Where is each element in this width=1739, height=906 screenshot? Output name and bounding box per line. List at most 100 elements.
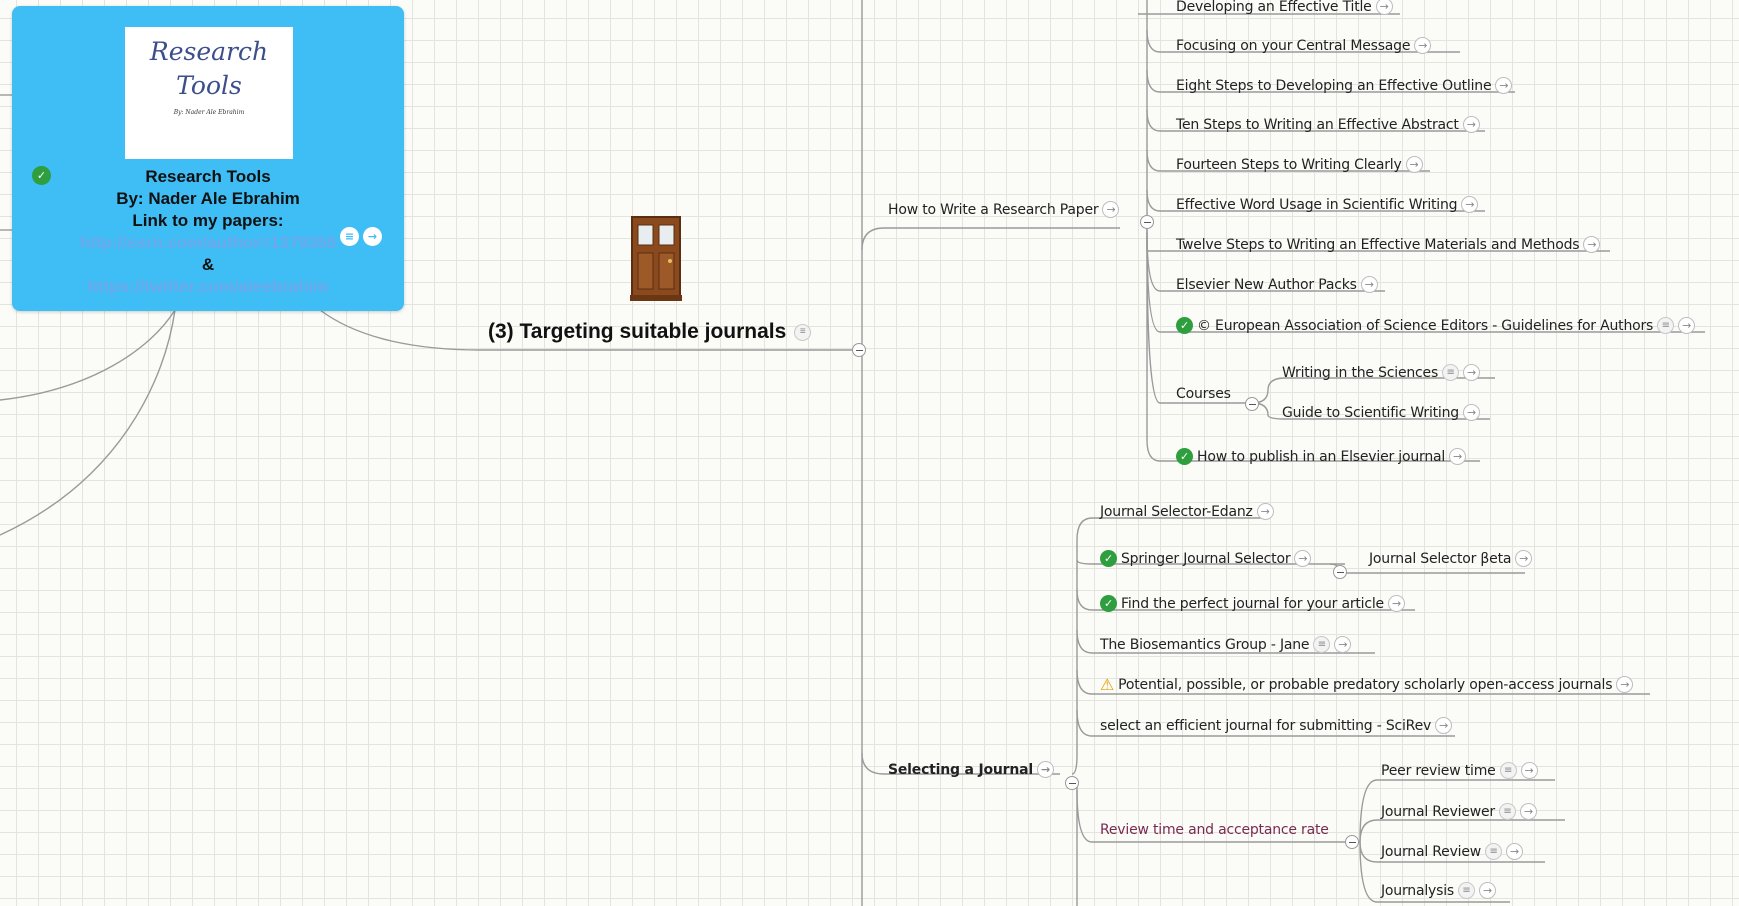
- arrow-right-icon[interactable]: →: [1334, 636, 1352, 653]
- card-author: By: Nader Ale Ebrahim: [116, 189, 300, 208]
- item-writing-clearly[interactable]: Fourteen Steps to Writing Clearly →: [1176, 156, 1423, 173]
- arrow-right-icon[interactable]: →: [1463, 364, 1481, 381]
- note-icon[interactable]: ≡: [340, 227, 359, 246]
- arrow-right-icon[interactable]: →: [1678, 317, 1696, 334]
- item-springer-label: Springer Journal Selector: [1121, 550, 1291, 567]
- item-peer-review-time-label: Peer review time: [1381, 762, 1496, 779]
- note-icon[interactable]: ≡: [794, 323, 812, 341]
- check-icon: ✓: [1100, 595, 1117, 612]
- logo-title-line2: Tools: [176, 71, 242, 100]
- item-scirev[interactable]: select an efficient journal for submitti…: [1100, 717, 1453, 734]
- item-materials-methods-label: Twelve Steps to Writing an Effective Mat…: [1176, 236, 1580, 253]
- item-word-usage[interactable]: Effective Word Usage in Scientific Writi…: [1176, 196, 1479, 213]
- item-abstract-label: Ten Steps to Writing an Effective Abstra…: [1176, 116, 1459, 133]
- item-journal-review[interactable]: Journal Review ≡ →: [1381, 843, 1524, 860]
- item-central-message[interactable]: Focusing on your Central Message →: [1176, 37, 1432, 54]
- item-journal-reviewer-label: Journal Reviewer: [1381, 803, 1495, 820]
- collapse-courses[interactable]: [1245, 397, 1259, 411]
- topic-write-paper[interactable]: How to Write a Research Paper →: [888, 201, 1120, 218]
- note-icon[interactable]: ≡: [1657, 317, 1675, 334]
- item-writing-sciences[interactable]: Writing in the Sciences ≡ →: [1282, 364, 1481, 381]
- check-icon: ✓: [1176, 317, 1193, 334]
- item-peer-review-time[interactable]: Peer review time ≡ →: [1381, 762, 1538, 779]
- item-edanz[interactable]: Journal Selector-Edanz →: [1100, 503, 1274, 520]
- note-icon[interactable]: ≡: [1499, 803, 1516, 820]
- logo-subtitle: By: Nader Ale Ebrahim: [173, 109, 245, 116]
- item-guide-scientific-label: Guide to Scientific Writing: [1282, 404, 1459, 421]
- item-writing-clearly-label: Fourteen Steps to Writing Clearly: [1176, 156, 1402, 173]
- arrow-right-icon[interactable]: →: [1478, 882, 1496, 899]
- arrow-right-icon[interactable]: →: [1515, 550, 1533, 567]
- arrow-right-icon[interactable]: →: [1462, 116, 1480, 133]
- item-courses[interactable]: Courses: [1176, 386, 1231, 402]
- note-icon[interactable]: ≡: [1442, 364, 1460, 381]
- item-review-acceptance[interactable]: Review time and acceptance rate: [1100, 822, 1329, 838]
- arrow-right-icon[interactable]: →: [1360, 276, 1378, 293]
- item-journalysis[interactable]: Journalysis ≡ →: [1381, 882, 1496, 899]
- topic-selecting-journal[interactable]: Selecting a Journal →: [888, 761, 1054, 778]
- item-scirev-label: select an efficient journal for submitti…: [1100, 717, 1432, 734]
- item-springer-beta-label: Journal Selector βeta: [1369, 550, 1512, 567]
- note-icon[interactable]: ≡: [1499, 762, 1517, 779]
- twitter-link[interactable]: https://twitter.com/aleebrahim: [12, 276, 404, 298]
- arrow-right-icon[interactable]: →: [1506, 843, 1524, 860]
- item-jane[interactable]: The Biosemantics Group - Jane ≡ →: [1100, 636, 1352, 653]
- arrow-right-icon[interactable]: →: [1462, 404, 1480, 421]
- item-word-usage-label: Effective Word Usage in Scientific Writi…: [1176, 196, 1458, 213]
- central-topic-card[interactable]: Research Tools By: Nader Ale Ebrahim ✓ R…: [12, 6, 404, 311]
- warning-icon: ⚠: [1100, 674, 1115, 694]
- arrow-right-icon[interactable]: →: [1294, 550, 1312, 567]
- arrow-right-icon[interactable]: →: [1102, 201, 1120, 218]
- arrow-right-icon[interactable]: →: [1583, 236, 1601, 253]
- item-publish-elsevier[interactable]: ✓ How to publish in an Elsevier journal …: [1176, 448, 1467, 465]
- item-ease-guidelines-label: © European Association of Science Editor…: [1197, 317, 1654, 334]
- item-predatory[interactable]: ⚠ Potential, possible, or probable preda…: [1100, 674, 1634, 694]
- arrow-right-icon[interactable]: →: [1520, 762, 1538, 779]
- arrow-right-icon[interactable]: →: [1520, 803, 1537, 820]
- collapse-selecting-journal[interactable]: [1065, 776, 1079, 790]
- item-journal-review-label: Journal Review: [1381, 843, 1482, 860]
- note-icon[interactable]: ≡: [1457, 882, 1475, 899]
- arrow-right-icon[interactable]: →: [1375, 0, 1393, 15]
- item-publish-elsevier-label: How to publish in an Elsevier journal: [1197, 448, 1446, 465]
- arrow-right-icon[interactable]: →: [1435, 717, 1453, 734]
- item-author-packs[interactable]: Elsevier New Author Packs →: [1176, 276, 1378, 293]
- topic-write-paper-label: How to Write a Research Paper: [888, 201, 1099, 218]
- arrow-right-icon[interactable]: →: [1461, 196, 1479, 213]
- main-topic[interactable]: (3) Targeting suitable journals ≡: [488, 320, 812, 344]
- item-abstract[interactable]: Ten Steps to Writing an Effective Abstra…: [1176, 116, 1480, 133]
- arrow-right-icon[interactable]: →: [1387, 595, 1405, 612]
- item-journal-reviewer[interactable]: Journal Reviewer ≡ →: [1381, 803, 1537, 820]
- arrow-right-icon[interactable]: →: [1449, 448, 1467, 465]
- arrow-right-icon[interactable]: →: [1495, 77, 1513, 94]
- research-tools-logo: Research Tools By: Nader Ale Ebrahim: [125, 27, 293, 159]
- arrow-right-icon[interactable]: →: [1414, 37, 1432, 54]
- item-springer-beta[interactable]: Journal Selector βeta →: [1369, 550, 1533, 567]
- collapse-write-paper[interactable]: [1140, 215, 1154, 229]
- item-perfect-journal[interactable]: ✓ Find the perfect journal for your arti…: [1100, 595, 1405, 612]
- check-icon: ✓: [1100, 550, 1117, 567]
- item-springer[interactable]: ✓ Springer Journal Selector →: [1100, 550, 1312, 567]
- item-edanz-label: Journal Selector-Edanz: [1100, 503, 1253, 520]
- main-topic-label: (3) Targeting suitable journals: [488, 320, 787, 343]
- item-jane-label: The Biosemantics Group - Jane: [1100, 636, 1310, 653]
- collapse-review-acceptance[interactable]: [1345, 835, 1359, 849]
- item-guide-scientific[interactable]: Guide to Scientific Writing →: [1282, 404, 1480, 421]
- item-courses-label: Courses: [1176, 386, 1231, 402]
- arrow-right-icon[interactable]: →: [1036, 761, 1054, 778]
- arrow-right-icon[interactable]: →: [1256, 503, 1274, 520]
- item-ease-guidelines[interactable]: ✓ © European Association of Science Edit…: [1176, 317, 1696, 334]
- collapse-main-topic[interactable]: [852, 343, 866, 357]
- collapse-springer[interactable]: [1333, 565, 1347, 579]
- note-icon[interactable]: ≡: [1485, 843, 1503, 860]
- arrow-right-icon[interactable]: →: [363, 227, 382, 246]
- item-effective-title[interactable]: Developing an Effective Title →: [1176, 0, 1393, 15]
- card-title: Research Tools: [145, 167, 271, 186]
- item-materials-methods[interactable]: Twelve Steps to Writing an Effective Mat…: [1176, 236, 1601, 253]
- arrow-right-icon[interactable]: →: [1616, 676, 1634, 693]
- check-icon: ✓: [1176, 448, 1193, 465]
- arrow-right-icon[interactable]: →: [1405, 156, 1423, 173]
- item-author-packs-label: Elsevier New Author Packs: [1176, 276, 1357, 293]
- item-outline[interactable]: Eight Steps to Developing an Effective O…: [1176, 77, 1513, 94]
- note-icon[interactable]: ≡: [1313, 636, 1331, 653]
